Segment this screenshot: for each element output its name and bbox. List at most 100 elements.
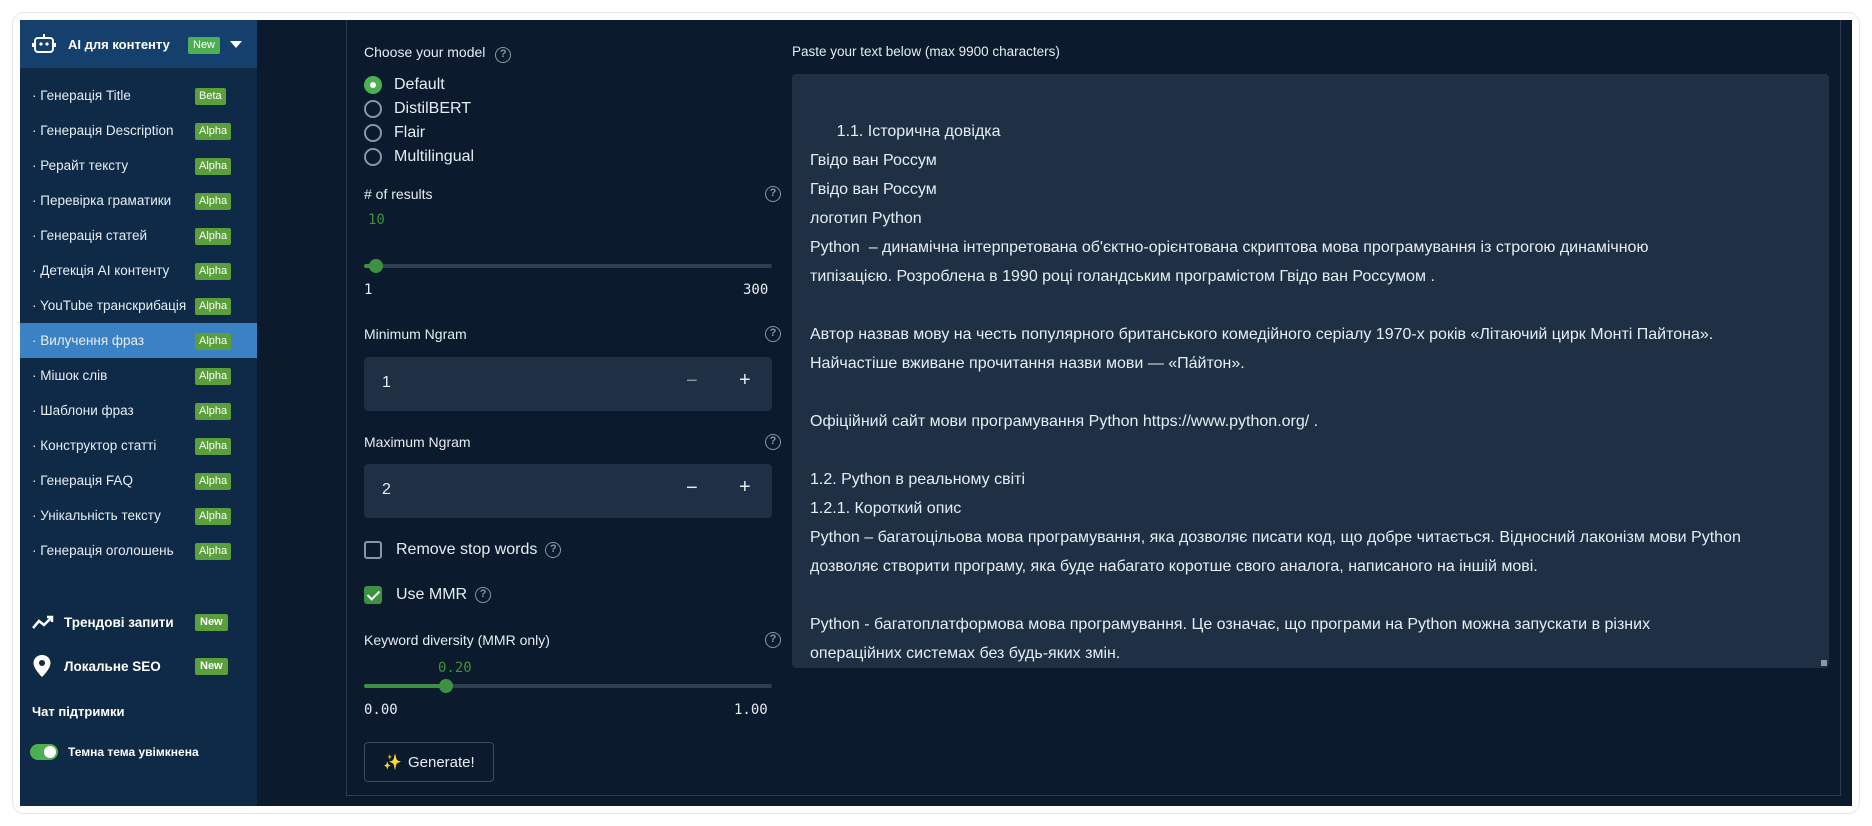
radio-dot [364,148,382,166]
alpha-badge: Alpha [195,333,232,350]
sidebar-item-label: · Мішок слів [32,368,108,383]
min-ngram-value[interactable]: 1 [382,374,391,392]
diversity-slider-value: 0.20 [438,660,472,676]
sidebar-items: · Генерація Title Beta · Генерація Descrip… [20,78,257,568]
help-icon[interactable]: ? [495,47,512,63]
diversity-slider[interactable] [364,679,772,693]
sidebar-header-ai-content[interactable]: AI для контенту New [20,20,257,68]
slider-thumb[interactable] [369,259,383,273]
sidebar-item[interactable]: · Генерація FAQ Alpha [20,463,257,498]
help-icon[interactable]: ? [545,542,562,558]
sidebar-item-local-seo[interactable]: Локальне SEO New [20,644,257,688]
sidebar-item[interactable]: · Шаблони фраз Alpha [20,393,257,428]
sidebar-item[interactable]: · Унікальність тексту Alpha [20,498,257,533]
radio-model-distilbert[interactable]: DistilBERT [364,100,471,118]
sidebar-item-label: · YouTube транскрибація [32,298,187,313]
sidebar: AI для контенту New · Генерація Title Bet… [20,20,257,806]
radio-model-flair[interactable]: Flair [364,124,425,142]
decrement-button[interactable]: − [686,370,698,393]
generate-button[interactable]: ✨ Generate! [364,742,494,782]
radio-model-default[interactable]: Default [364,76,445,94]
theme-toggle[interactable]: Темна тема увімкнена [30,744,199,760]
help-icon[interactable]: ? [765,186,781,202]
sidebar-item[interactable]: · Вилучення фраз Alpha [20,323,257,358]
alpha-badge: Alpha [195,403,232,420]
help-icon[interactable]: ? [475,587,492,603]
slider-thumb[interactable] [439,679,453,693]
help-icon[interactable]: ? [765,632,781,648]
max-ngram-stepper[interactable]: 2 − + [364,464,772,518]
sidebar-item[interactable]: · Генерація оголошень Alpha [20,533,257,568]
sidebar-item-label: · Генерація Title [32,88,131,103]
radio-label: Flair [394,124,426,141]
alpha-badge: Alpha [195,543,232,560]
sidebar-header-title: AI для контенту [68,36,170,52]
new-badge: New [195,614,228,631]
new-badge: New [195,658,228,675]
max-ngram-value[interactable]: 2 [382,481,391,499]
results-max: 300 [743,282,769,298]
sidebar-item[interactable]: · Конструктор статті Alpha [20,428,257,463]
alpha-badge: Alpha [195,228,232,245]
new-badge: New [188,37,221,54]
sidebar-item[interactable]: · YouTube транскрибація Alpha [20,288,257,323]
alpha-badge: Alpha [195,438,232,455]
sidebar-item[interactable]: · Генерація Title Beta [20,78,257,113]
radio-label: Multilingual [394,148,475,165]
beta-badge: Beta [195,88,226,105]
decrement-button[interactable]: − [686,477,698,500]
chevron-down-icon[interactable] [230,41,242,48]
resize-handle-icon[interactable] [1821,660,1827,666]
results-min: 1 [364,282,373,298]
sidebar-item[interactable]: · Рерайт тексту Alpha [20,148,257,183]
model-label: Choose your model ? [364,44,512,63]
support-chat-label[interactable]: Чат підтримки [32,704,124,719]
diversity-label: Keyword diversity (MMR only) [364,632,550,648]
increment-button[interactable]: + [739,369,751,392]
results-slider-value: 10 [368,212,385,228]
toggle-switch[interactable] [30,744,58,760]
alpha-badge: Alpha [195,193,232,210]
radio-model-multilingual[interactable]: Multilingual [364,148,474,166]
radio-label: Default [394,76,445,93]
alpha-badge: Alpha [195,368,232,385]
results-slider[interactable] [364,259,772,273]
sidebar-item-trends[interactable]: Трендові запити New [20,600,257,644]
alpha-badge: Alpha [195,508,232,525]
slider-fill [364,684,446,688]
sidebar-item[interactable]: · Мішок слів Alpha [20,358,257,393]
min-ngram-label: Minimum Ngram [364,326,467,342]
checkbox-box[interactable] [364,586,382,604]
sidebar-item[interactable]: · Детекція AI контенту Alpha [20,253,257,288]
sidebar-group-label: Локальне SEO [64,658,161,674]
increment-button[interactable]: + [739,476,751,499]
min-ngram-stepper[interactable]: 1 − + [364,357,772,411]
sidebar-item-label: · Конструктор статті [32,438,157,453]
radio-dot [364,100,382,118]
max-ngram-label: Maximum Ngram [364,434,471,450]
alpha-badge: Alpha [195,473,232,490]
radio-label: DistilBERT [394,100,472,117]
text-input-label: Paste your text below (max 9900 characte… [792,44,1060,59]
sidebar-item[interactable]: · Генерація Description Alpha [20,113,257,148]
sidebar-item-label: · Детекція AI контенту [32,263,170,278]
help-icon[interactable]: ? [765,434,781,450]
text-input-area[interactable]: 1.1. Історична довідка Гвідо ван Россум … [792,74,1829,668]
robot-icon [32,34,56,53]
remove-stop-words-checkbox[interactable]: Remove stop words ? [364,541,562,559]
generate-button-label: Generate! [407,753,475,771]
help-icon[interactable]: ? [765,326,781,342]
sidebar-item-label: · Унікальність тексту [32,508,161,523]
sidebar-item-label: · Генерація Description [32,123,174,138]
sidebar-item[interactable]: · Перевірка граматики Alpha [20,183,257,218]
results-label: # of results [364,186,433,202]
checkbox-box[interactable] [364,541,382,559]
checkbox-label: Use MMR [396,586,468,603]
sidebar-item[interactable]: · Генерація статей Alpha [20,218,257,253]
checkbox-label: Remove stop words [396,541,538,558]
alpha-badge: Alpha [195,263,232,280]
use-mmr-checkbox[interactable]: Use MMR ? [364,586,492,604]
radio-dot [364,124,382,142]
main-panel: Choose your model ? Default DistilBERT F… [346,20,1841,796]
sidebar-item-label: · Рерайт тексту [32,158,129,173]
